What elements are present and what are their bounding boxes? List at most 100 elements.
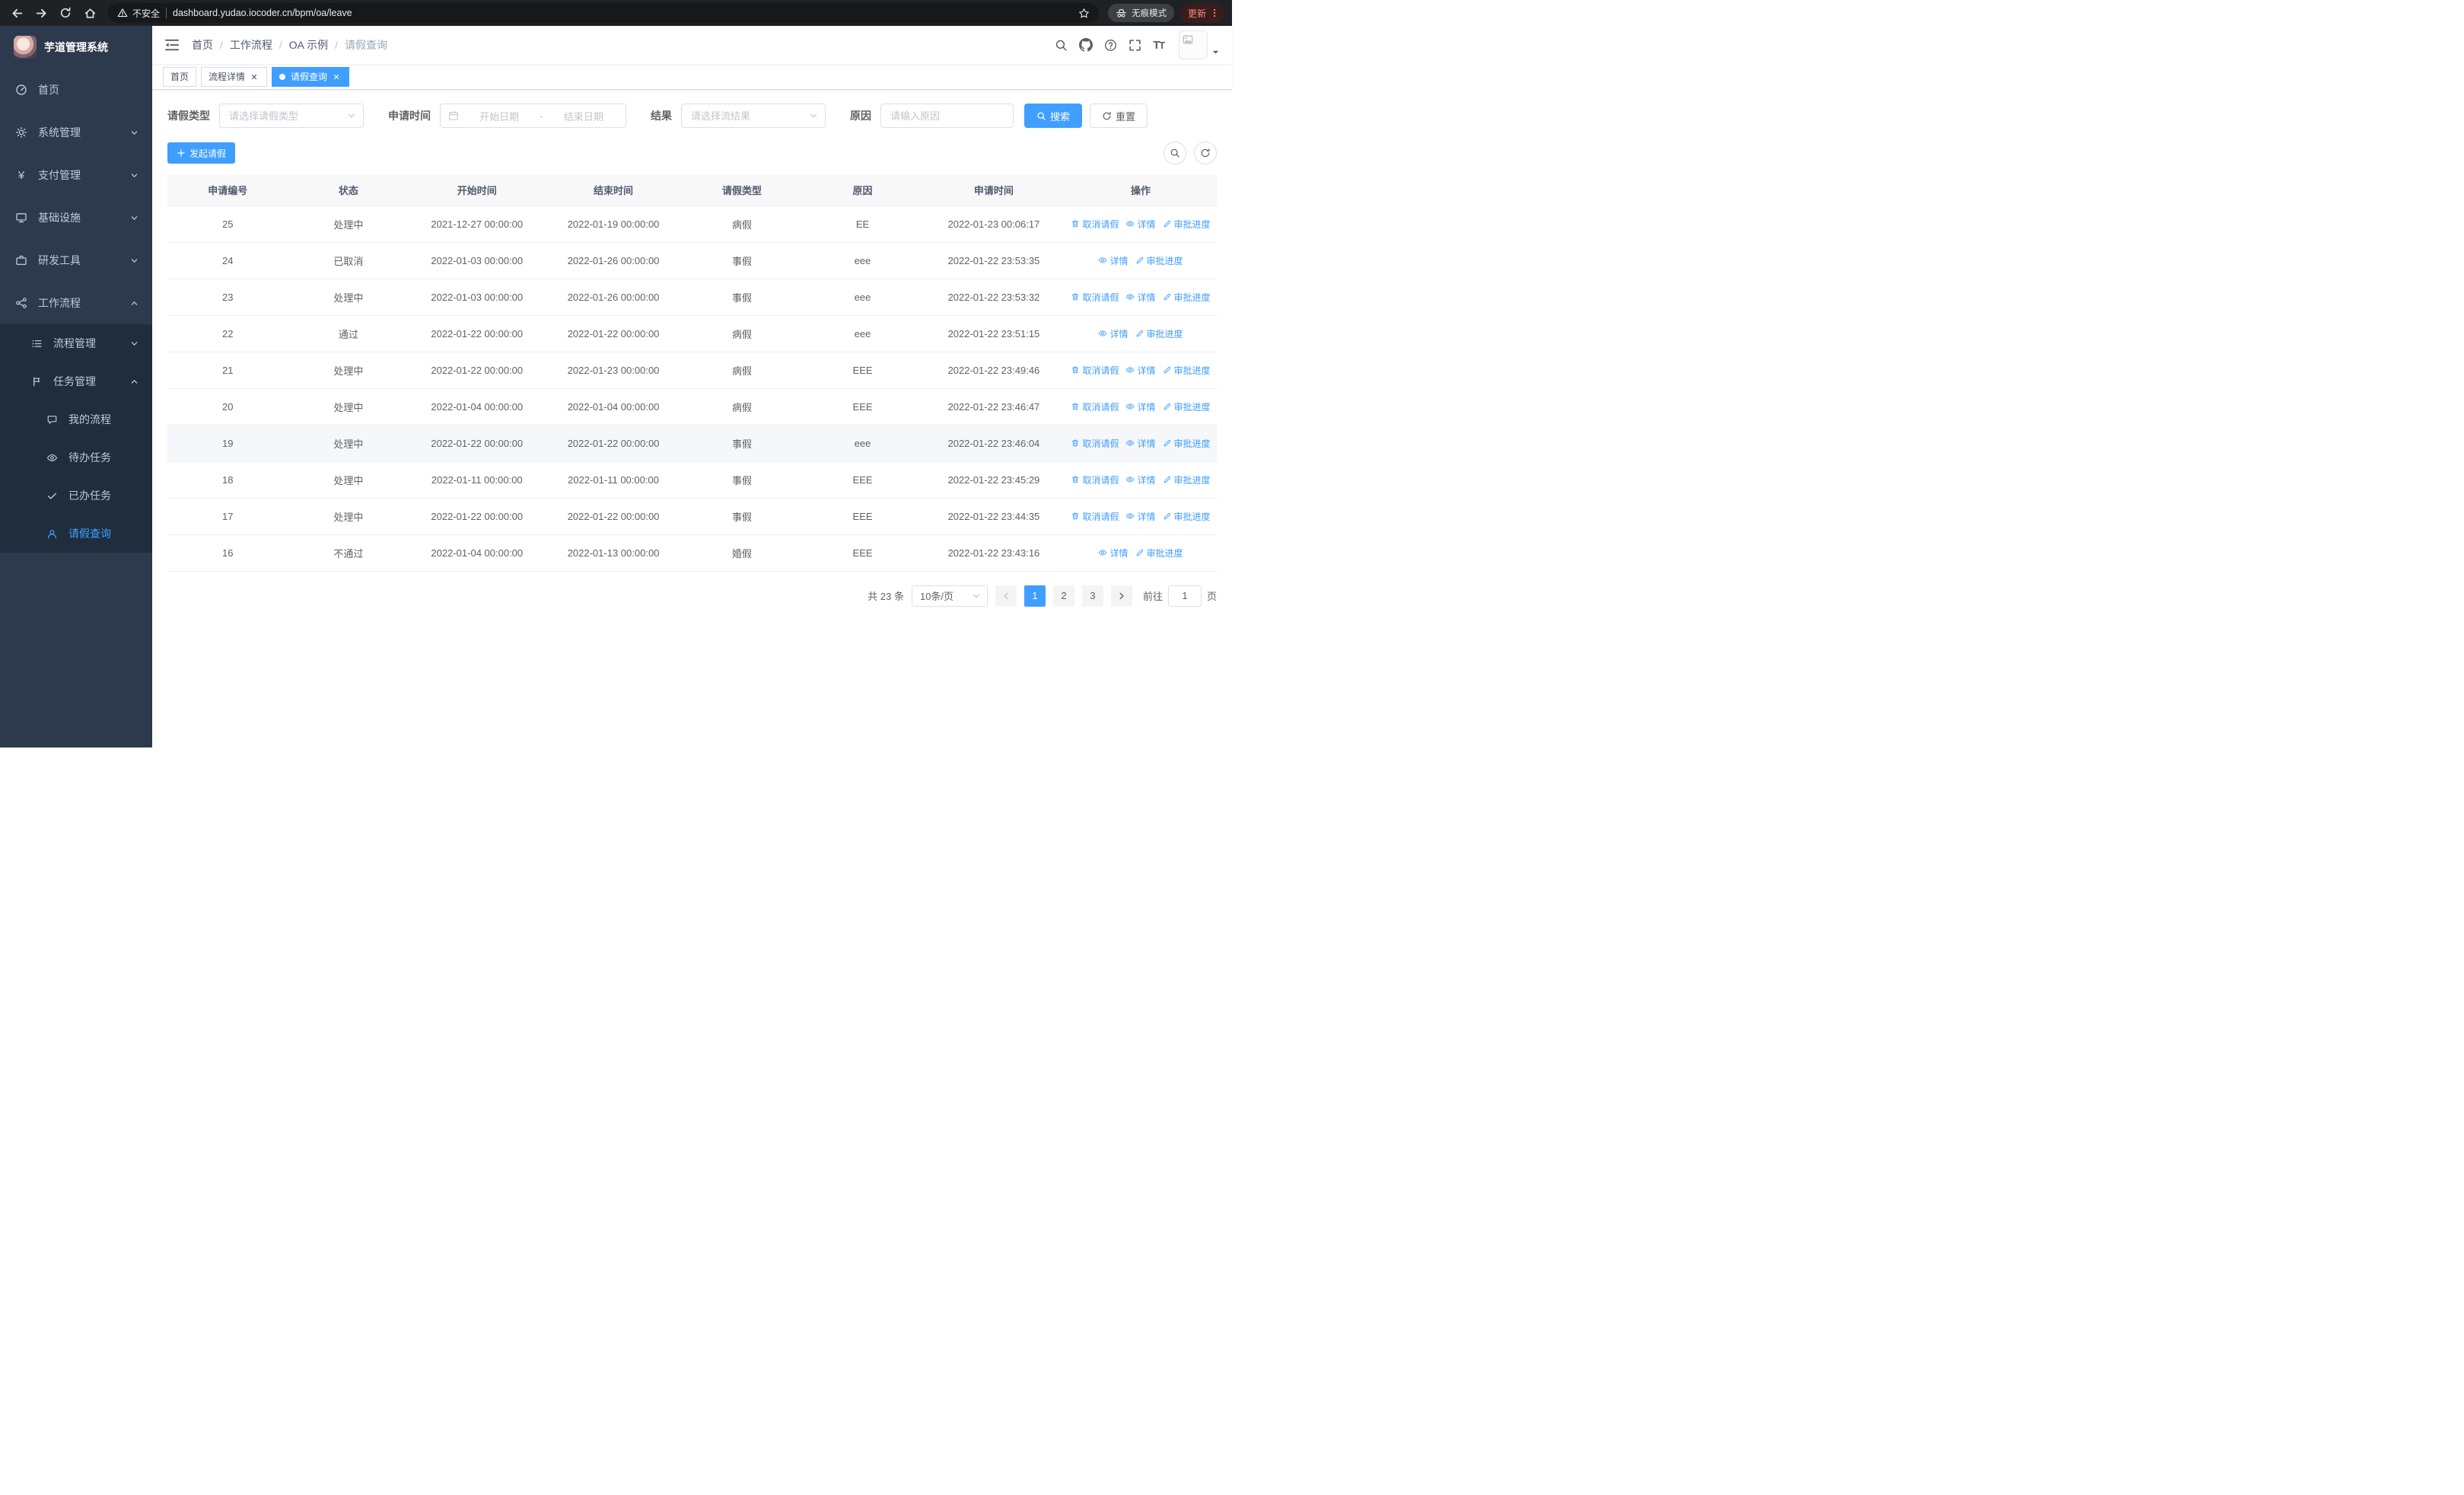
edit-icon <box>1164 366 1170 374</box>
leave-type-cell: 病假 <box>681 206 803 243</box>
sidebar-item-home[interactable]: 首页 <box>0 69 152 111</box>
prev-page-button[interactable] <box>995 585 1017 607</box>
reason-cell: EEE <box>802 388 923 426</box>
detail-link[interactable]: 详情 <box>1098 254 1129 267</box>
detail-link[interactable]: 详情 <box>1125 218 1156 231</box>
hamburger-icon[interactable] <box>152 37 192 53</box>
user-menu[interactable] <box>1179 30 1220 59</box>
result-select-input[interactable] <box>682 104 825 127</box>
cancel-leave-link[interactable]: 取消请假 <box>1071 218 1119 231</box>
cancel-leave-link[interactable]: 取消请假 <box>1071 510 1119 523</box>
reset-button[interactable]: 重置 <box>1090 104 1148 128</box>
col-end-time: 结束时间 <box>545 175 682 206</box>
approval-progress-link[interactable]: 审批进度 <box>1163 400 1211 413</box>
detail-link[interactable]: 详情 <box>1125 473 1156 486</box>
approval-progress-link[interactable]: 审批进度 <box>1163 291 1211 304</box>
sidebar-item-done-tasks[interactable]: 已办任务 <box>0 477 152 515</box>
approval-progress-link[interactable]: 审批进度 <box>1135 327 1183 340</box>
detail-link[interactable]: 详情 <box>1125 510 1156 523</box>
detail-link[interactable]: 详情 <box>1125 400 1156 413</box>
approval-progress-link[interactable]: 审批进度 <box>1163 473 1211 486</box>
sidebar-item-label: 待办任务 <box>68 451 111 464</box>
sidebar-item-system[interactable]: 系统管理 <box>0 111 152 154</box>
cancel-leave-link[interactable]: 取消请假 <box>1071 364 1119 377</box>
approval-progress-link[interactable]: 审批进度 <box>1163 364 1211 377</box>
reload-icon[interactable] <box>56 4 75 22</box>
tab-process-detail[interactable]: 流程详情 <box>201 66 268 87</box>
breadcrumb-item-oa[interactable]: OA 示例 <box>289 37 328 53</box>
table-row: 21 处理中 2022-01-22 00:00:00 2022-01-23 00:00… <box>167 352 1217 389</box>
browser-update-button[interactable]: 更新 <box>1179 3 1224 23</box>
detail-link[interactable]: 详情 <box>1125 291 1156 304</box>
reason-input[interactable] <box>881 104 1013 127</box>
menu-dots-icon[interactable] <box>1209 8 1220 18</box>
font-size-icon[interactable]: TT <box>1153 39 1165 52</box>
search-button[interactable]: 搜索 <box>1024 104 1083 128</box>
help-icon[interactable] <box>1104 39 1117 52</box>
bookmark-star-icon[interactable] <box>1078 8 1090 19</box>
filter-label: 请假类型 <box>167 110 210 122</box>
back-icon[interactable] <box>8 4 26 22</box>
table-row: 22 通过 2022-01-22 00:00:00 2022-01-22 00:00:… <box>167 315 1217 352</box>
detail-link[interactable]: 详情 <box>1098 327 1129 340</box>
tab-leave-query[interactable]: 请假查询 <box>272 66 350 87</box>
approval-progress-link[interactable]: 审批进度 <box>1135 547 1183 559</box>
calendar-icon <box>448 110 459 121</box>
app-logo-row[interactable]: 芋道管理系统 <box>0 26 152 69</box>
sidebar-item-payment[interactable]: ¥ 支付管理 <box>0 154 152 196</box>
breadcrumb-item-home[interactable]: 首页 <box>192 37 213 53</box>
result-select[interactable] <box>681 104 826 128</box>
approval-progress-link[interactable]: 审批进度 <box>1135 254 1183 267</box>
security-chip[interactable]: 不安全 <box>117 7 160 20</box>
status-cell: 处理中 <box>288 206 409 243</box>
leave-type-select[interactable] <box>219 104 364 128</box>
toggle-search-button[interactable] <box>1164 142 1186 164</box>
sidebar-item-infra[interactable]: 基础设施 <box>0 196 152 239</box>
sidebar-item-process-mgmt[interactable]: 流程管理 <box>0 324 152 362</box>
sidebar-item-devtools[interactable]: 研发工具 <box>0 239 152 282</box>
address-bar[interactable]: 不安全 dashboard.yudao.iocoder.cn/bpm/oa/le… <box>108 3 1099 23</box>
yen-icon: ¥ <box>18 168 25 182</box>
reason-input-wrap[interactable] <box>880 104 1014 128</box>
cancel-leave-link[interactable]: 取消请假 <box>1071 437 1119 450</box>
eye-icon <box>1099 550 1107 556</box>
detail-link[interactable]: 详情 <box>1125 437 1156 450</box>
page-button-2[interactable]: 2 <box>1052 585 1074 607</box>
edit-icon <box>1136 549 1143 556</box>
apply-time-range-picker[interactable]: 开始日期 - 结束日期 <box>440 104 626 128</box>
breadcrumb-item-workflow[interactable]: 工作流程 <box>230 37 272 53</box>
approval-progress-link[interactable]: 审批进度 <box>1163 510 1211 523</box>
close-tab-icon[interactable] <box>249 72 259 82</box>
approval-progress-link[interactable]: 审批进度 <box>1163 218 1211 231</box>
incognito-icon <box>1116 8 1126 18</box>
close-tab-icon[interactable] <box>331 72 342 82</box>
security-label: 不安全 <box>132 8 161 19</box>
page-button-1[interactable]: 1 <box>1023 585 1046 607</box>
sidebar-item-my-process[interactable]: 我的流程 <box>0 400 152 438</box>
approval-progress-link[interactable]: 审批进度 <box>1163 437 1211 450</box>
fullscreen-icon[interactable] <box>1129 39 1141 52</box>
tab-home[interactable]: 首页 <box>163 66 197 87</box>
sidebar-item-todo-tasks[interactable]: 待办任务 <box>0 438 152 477</box>
github-icon[interactable] <box>1079 38 1094 52</box>
leave-type-select-input[interactable] <box>220 104 363 127</box>
page-button-3[interactable]: 3 <box>1081 585 1103 607</box>
start-time-cell: 2022-01-03 00:00:00 <box>409 242 546 279</box>
sidebar-item-leave-query[interactable]: 请假查询 <box>0 515 152 553</box>
refresh-table-button[interactable] <box>1194 142 1217 164</box>
page-size-select[interactable]: 10条/页 <box>911 585 988 607</box>
goto-page-input[interactable] <box>1167 585 1202 607</box>
detail-link[interactable]: 详情 <box>1125 364 1156 377</box>
home-icon[interactable] <box>81 4 99 22</box>
cancel-leave-link[interactable]: 取消请假 <box>1071 400 1119 413</box>
forward-icon[interactable] <box>32 4 50 22</box>
search-icon[interactable] <box>1055 39 1068 52</box>
cancel-leave-link[interactable]: 取消请假 <box>1071 473 1119 486</box>
sidebar: 芋道管理系统 首页 系统管理 ¥ 支付管理 基础设施 研发工具 工作流程 流程管… <box>0 26 152 748</box>
cancel-leave-link[interactable]: 取消请假 <box>1071 291 1119 304</box>
sidebar-item-task-mgmt[interactable]: 任务管理 <box>0 362 152 400</box>
detail-link[interactable]: 详情 <box>1098 547 1129 559</box>
sidebar-item-workflow[interactable]: 工作流程 <box>0 282 152 324</box>
next-page-button[interactable] <box>1110 585 1132 607</box>
create-leave-button[interactable]: 发起请假 <box>167 142 236 164</box>
